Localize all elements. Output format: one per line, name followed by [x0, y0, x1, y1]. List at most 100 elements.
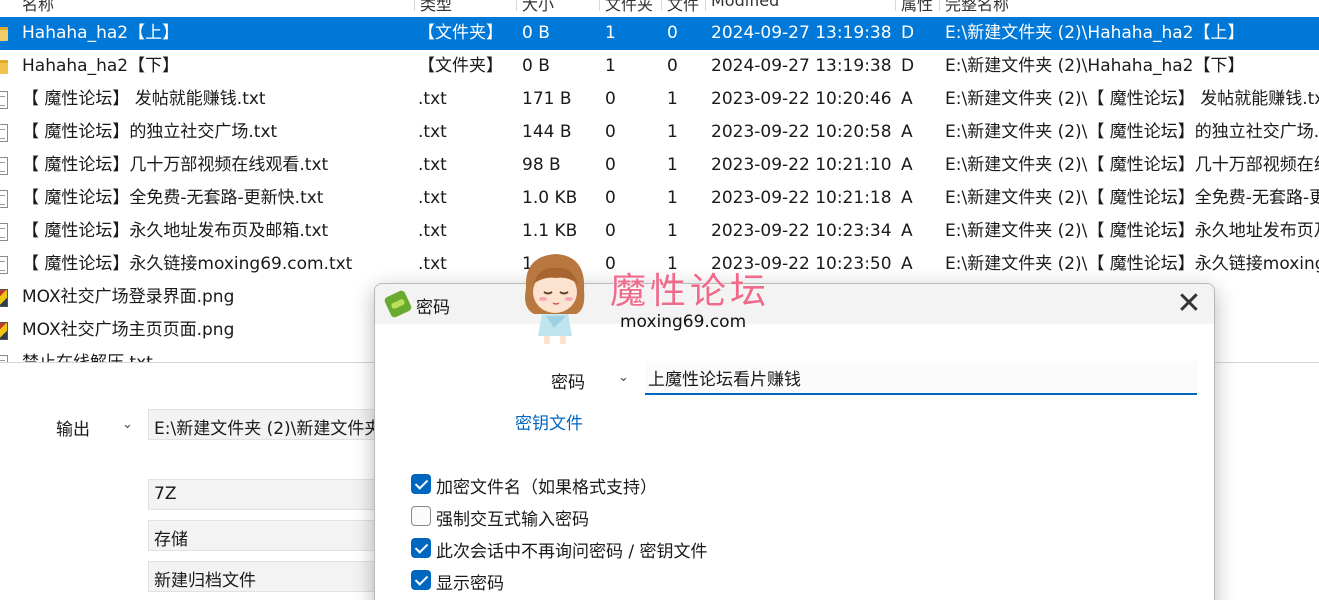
- password-label: 密码: [551, 373, 585, 393]
- cell-name: 【 魔性论坛】全免费-无套路-更新快.txt: [22, 188, 324, 208]
- cell-type: .txt: [418, 122, 447, 142]
- cell-fullname: E:\新建文件夹 (2)\【 魔性论坛】 发帖就能赚钱.txt: [945, 89, 1319, 109]
- cell-files: 1: [667, 89, 678, 109]
- cell-modified: 2023-09-22 10:20:58: [711, 122, 892, 142]
- text-file-icon: [0, 256, 8, 274]
- cell-folders: 1: [605, 56, 616, 76]
- cell-attr: A: [901, 221, 913, 241]
- cell-files: 0: [667, 23, 678, 43]
- folder-icon: [0, 27, 8, 41]
- cell-size: 0 B: [522, 23, 550, 43]
- cell-name: MOX社交广场登录界面.png: [22, 287, 235, 307]
- file-row[interactable]: 【 魔性论坛】永久地址发布页及邮箱.txt .txt 1.1 KB 0 1 2023-09…: [0, 215, 1319, 248]
- cell-name: 【 魔性论坛】 发帖就能赚钱.txt: [22, 89, 266, 109]
- cell-attr: A: [901, 155, 913, 175]
- cell-attr: D: [901, 23, 915, 43]
- file-row[interactable]: 【 魔性论坛】全免费-无套路-更新快.txt .txt 1.0 KB 0 1 2023-0…: [0, 182, 1319, 215]
- col-full-name[interactable]: 完整名称: [945, 0, 1009, 15]
- cell-name: 禁止在线解压.txt: [22, 353, 414, 362]
- cell-name: MOX社交广场主页页面.png: [22, 320, 235, 340]
- col-attributes[interactable]: 属性: [901, 0, 933, 15]
- cell-attr: A: [901, 188, 913, 208]
- cell-modified: 2023-09-22 10:21:10: [711, 155, 892, 175]
- col-name[interactable]: 名称: [22, 0, 54, 15]
- archive-name-field[interactable]: 新建归档文件: [148, 561, 378, 592]
- cell-type: .txt: [418, 89, 447, 109]
- checkbox-unchecked[interactable]: [411, 506, 431, 526]
- col-folders[interactable]: 文件夹: [605, 0, 653, 15]
- cell-fullname: E:\新建文件夹 (2)\【 魔性论坛】几十万部视频在线观看.txt: [945, 155, 1319, 175]
- text-file-icon: [0, 124, 8, 142]
- cell-name: 【 魔性论坛】永久链接moxing69.com.txt: [22, 254, 353, 274]
- cell-folders: 0: [605, 221, 616, 241]
- file-row[interactable]: 【 魔性论坛】的独立社交广场.txt .txt 144 B 0 1 2023-09-22 …: [0, 116, 1319, 149]
- cell-type: .txt: [418, 155, 447, 175]
- dialog-title: 密码: [416, 298, 450, 318]
- file-row[interactable]: 【 魔性论坛】 发帖就能赚钱.txt .txt 171 B 0 1 2023-09-22 …: [0, 83, 1319, 116]
- cell-files: 1: [667, 122, 678, 142]
- cell-size: 1.0 KB: [522, 188, 578, 208]
- text-file-icon: [0, 190, 8, 208]
- cell-size: 0 B: [522, 56, 550, 76]
- file-row[interactable]: Hahaha_ha2【下】 【文件夹】 0 B 1 0 2024-09-27 13:19:…: [0, 50, 1319, 83]
- checkbox-checked[interactable]: [411, 538, 431, 558]
- app-icon: [383, 289, 413, 319]
- option-label: 强制交互式输入密码: [436, 510, 589, 530]
- cell-files: 1: [667, 188, 678, 208]
- cell-folders: 0: [605, 155, 616, 175]
- file-row[interactable]: 【 魔性论坛】几十万部视频在线观看.txt .txt 98 B 0 1 2023-09-2…: [0, 149, 1319, 182]
- cell-fullname: E:\新建文件夹 (2)\【 魔性论坛】的独立社交广场.txt: [945, 122, 1319, 142]
- folder-icon: [0, 60, 8, 74]
- dialog-titlebar[interactable]: 密码 ✕: [375, 284, 1214, 324]
- image-file-icon: [0, 289, 8, 307]
- col-type[interactable]: 类型: [420, 0, 452, 15]
- output-path-field[interactable]: E:\新建文件夹 (2)\新建文件夹: [148, 409, 388, 440]
- cell-attr: A: [901, 89, 913, 109]
- col-files[interactable]: 文件: [667, 0, 699, 15]
- file-row[interactable]: Hahaha_ha2【上】 【文件夹】 0 B 1 0 2024-09-27 13:19:…: [0, 17, 1319, 50]
- app-window: 名称 类型 大小 文件夹 文件 Modified 属性 完整名称 Hahaha_…: [0, 0, 1319, 600]
- cell-type: 【文件夹】: [418, 23, 503, 43]
- column-header-row: 名称 类型 大小 文件夹 文件 Modified 属性 完整名称: [0, 0, 1319, 14]
- output-label: 输出: [56, 420, 90, 440]
- col-size[interactable]: 大小: [522, 0, 554, 15]
- cell-type: .txt: [418, 221, 447, 241]
- cell-size: 144 B: [522, 122, 572, 142]
- cell-name: Hahaha_ha2【下】: [22, 56, 180, 76]
- cell-name: Hahaha_ha2【上】: [22, 23, 180, 43]
- text-file-icon: [0, 355, 8, 362]
- cell-size: 1: [522, 254, 533, 274]
- password-input[interactable]: [645, 361, 1197, 395]
- text-file-icon: [0, 91, 8, 109]
- cell-modified: 2023-09-22 10:23:34: [711, 221, 892, 241]
- image-file-icon: [0, 322, 8, 340]
- compression-method-select[interactable]: 存储: [148, 520, 378, 551]
- cell-type: 【文件夹】: [418, 56, 503, 76]
- file-row[interactable]: 【 魔性论坛】永久链接moxing69.com.txt .txt 1 0 1 2023-0…: [0, 248, 1319, 281]
- cell-fullname: E:\新建文件夹 (2)\【 魔性论坛】永久地址发布页及邮箱.txt: [945, 221, 1319, 241]
- password-history-chevron-icon[interactable]: ⌄: [618, 370, 629, 385]
- cell-folders: 1: [605, 23, 616, 43]
- cell-modified: 2024-09-27 13:19:38: [711, 56, 892, 76]
- cell-files: 1: [667, 221, 678, 241]
- col-modified[interactable]: Modified: [711, 0, 779, 10]
- format-select[interactable]: 7Z: [148, 479, 378, 510]
- checkbox-checked[interactable]: [411, 474, 431, 494]
- text-file-icon: [0, 157, 8, 175]
- cell-folders: 0: [605, 89, 616, 109]
- cell-size: 98 B: [522, 155, 561, 175]
- checkbox-checked[interactable]: [411, 570, 431, 590]
- cell-attr: D: [901, 56, 915, 76]
- cell-files: 0: [667, 56, 678, 76]
- password-dialog: 密码 ✕ 密码 ⌄ 密钥文件 加密文件名（如果格式支持） 强制交互式输入密码 此…: [374, 283, 1215, 600]
- close-button[interactable]: ✕: [1164, 284, 1214, 324]
- cell-name: 【 魔性论坛】几十万部视频在线观看.txt: [22, 155, 329, 175]
- keyfile-link[interactable]: 密钥文件: [515, 409, 583, 434]
- chevron-down-icon[interactable]: ⌄: [122, 417, 133, 432]
- cell-fullname: E:\新建文件夹 (2)\Hahaha_ha2【下】: [945, 56, 1245, 76]
- cell-size: 171 B: [522, 89, 572, 109]
- option-label: 此次会话中不再询问密码 / 密钥文件: [436, 542, 708, 562]
- cell-size: 1.1 KB: [522, 221, 578, 241]
- text-file-icon: [0, 223, 8, 241]
- cell-name: 【 魔性论坛】永久地址发布页及邮箱.txt: [22, 221, 329, 241]
